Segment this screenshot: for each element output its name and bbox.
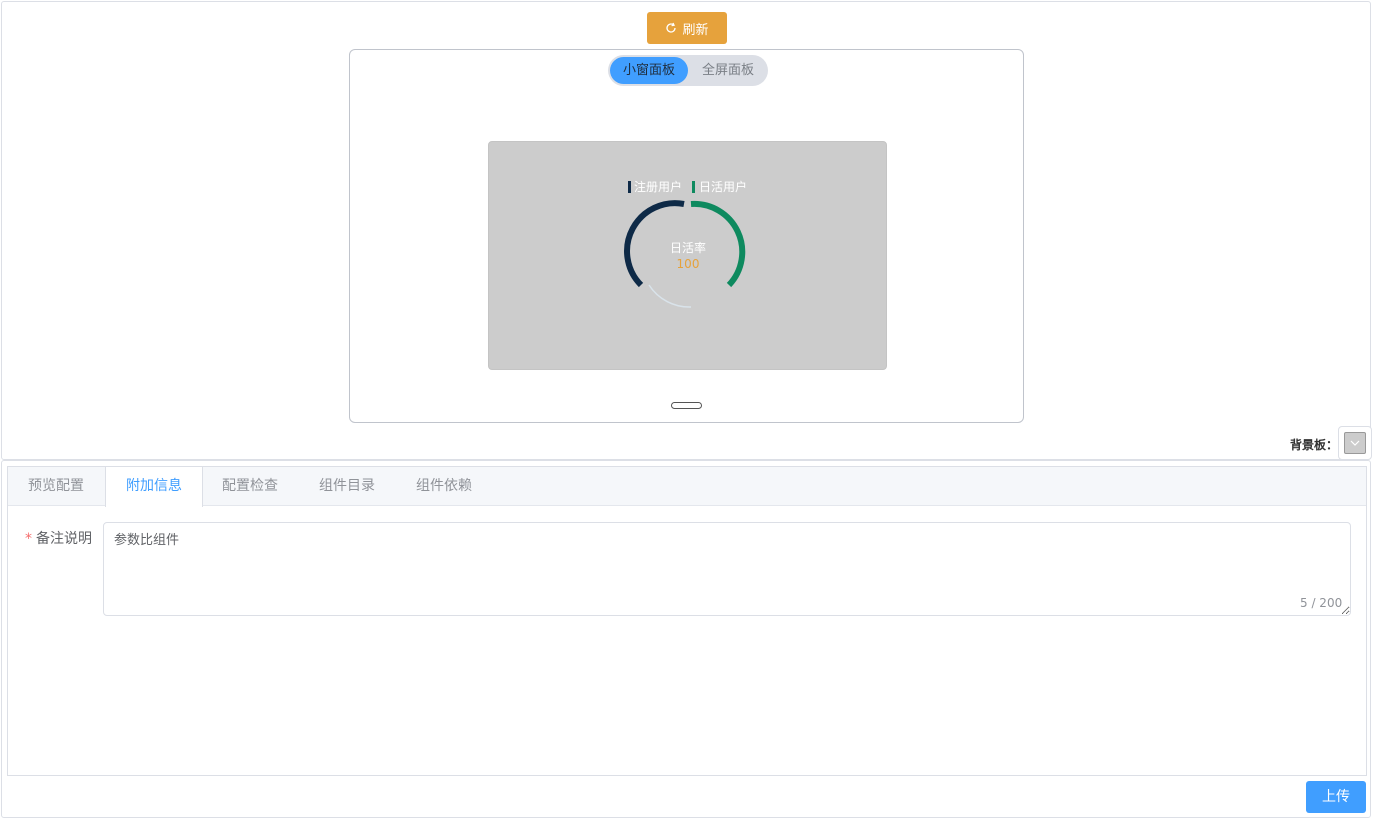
refresh-icon [666,22,677,33]
remark-textarea[interactable]: 参数比组件 [103,522,1351,616]
word-count: 5 / 200 [1300,596,1343,610]
refresh-button-label: 刷新 [682,22,709,38]
gauge-chart: 注册用户 日活用户 日活率 100 [624,179,747,308]
remark-label-text: 备注说明 [36,531,92,547]
tab-extra-info[interactable]: 附加信息 [105,467,203,507]
tab-preview-config[interactable]: 预览配置 [8,467,104,506]
legend-marker-daily-active [692,181,695,193]
refresh-button[interactable]: 刷新 [647,12,727,44]
upload-button[interactable]: 上传 [1306,781,1366,813]
device-preview-frame: 小窗面板 全屏面板 注册用户 日活用户 日活率 100 [349,49,1024,423]
tab-component-catalog[interactable]: 组件目录 [299,467,395,506]
chevron-down-icon [1350,440,1360,446]
legend-marker-registered [628,181,631,193]
remark-label: * 备注说明 [25,528,92,548]
gauge-center-value: 100 [677,257,700,271]
full-panel-option[interactable]: 全屏面板 [690,57,766,84]
small-panel-option[interactable]: 小窗面板 [610,57,688,84]
background-color-swatch [1344,432,1366,454]
background-label: 背景板： [1290,438,1339,452]
home-indicator [671,402,702,409]
config-tabs: 预览配置 附加信息 配置检查 组件目录 组件依赖 * 备注说明 参数比组件 5 /… [7,466,1367,776]
gauge-center-label: 日活率 [670,240,706,255]
tab-config-check[interactable]: 配置检查 [202,467,298,506]
background-color-picker[interactable] [1338,426,1372,460]
required-mark: * [25,531,32,547]
legend-label-registered: 注册用户 [634,179,682,194]
legend-label-daily-active: 日活用户 [699,179,747,194]
gauge-chart-card: 注册用户 日活用户 日活率 100 [488,141,887,370]
preview-panel: 刷新 小窗面板 全屏面板 注册用户 日活用户 日活率 100 背景板： [1,1,1372,460]
panel-mode-switch: 小窗面板 全屏面板 [608,55,768,86]
tab-header: 预览配置 附加信息 配置检查 组件目录 组件依赖 [8,467,1366,507]
gauge-track-arc [648,284,692,308]
config-panel: 预览配置 附加信息 配置检查 组件目录 组件依赖 * 备注说明 参数比组件 5 /… [1,460,1371,818]
tab-component-dependency[interactable]: 组件依赖 [396,467,492,506]
